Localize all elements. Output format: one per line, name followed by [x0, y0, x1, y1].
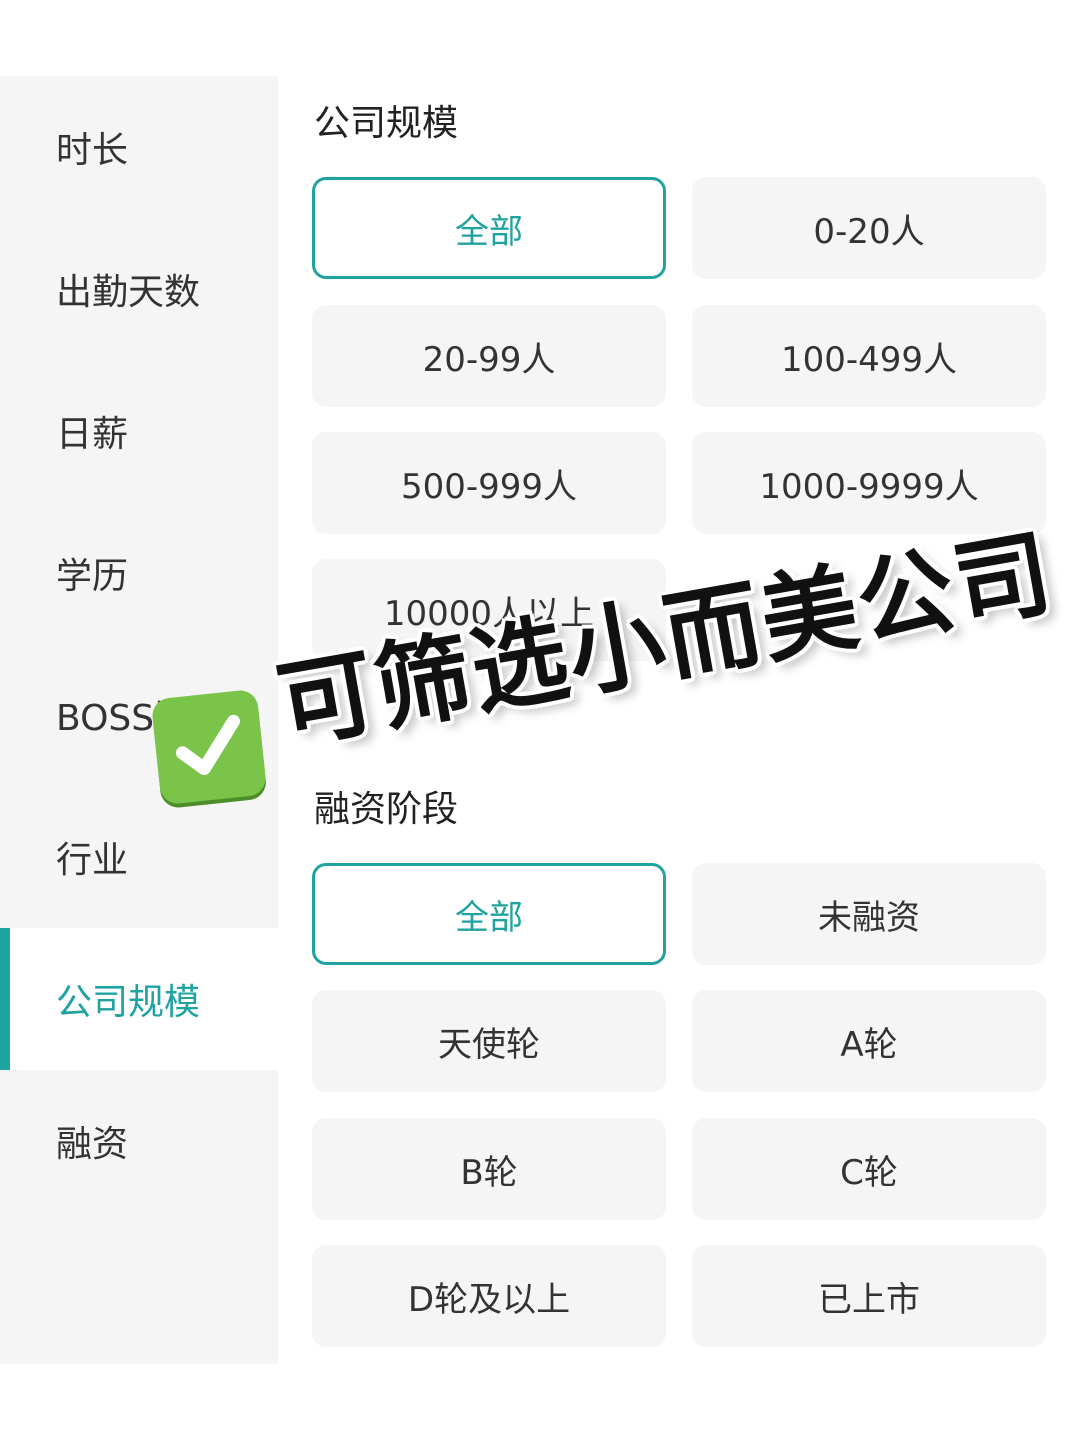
sidebar-item-industry[interactable]: 行业 [0, 786, 278, 928]
company-size-option-20-99[interactable]: 20-99人 [312, 305, 666, 407]
option-label: 未融资 [818, 897, 920, 938]
sidebar-item-company-size[interactable]: 公司规模 [0, 928, 278, 1070]
option-label: A轮 [840, 1024, 898, 1065]
option-label: 10000人以上 [383, 593, 595, 634]
sidebar-item-label: BOSS活跃 [56, 698, 227, 739]
option-label: D轮及以上 [407, 1279, 571, 1320]
company-size-title: 公司规模 [314, 103, 459, 144]
sidebar-item-label: 出勤天数 [56, 272, 201, 313]
option-label: 100-499人 [780, 339, 958, 380]
company-size-option-all[interactable]: 全部 [312, 177, 666, 279]
funding-option-series-b[interactable]: B轮 [312, 1118, 666, 1220]
sidebar-item-education[interactable]: 学历 [0, 502, 278, 644]
option-label: 天使轮 [438, 1024, 540, 1065]
option-label: 1000-9999人 [759, 466, 979, 507]
funding-option-series-c[interactable]: C轮 [692, 1118, 1046, 1220]
filter-sidebar: 时长 出勤天数 日薪 学历 BOSS活跃 行业 公司规模 融资 [0, 76, 278, 1364]
sidebar-item-funding[interactable]: 融资 [0, 1070, 278, 1212]
active-indicator [0, 928, 10, 1070]
company-size-option-10000-plus[interactable]: 10000人以上 [312, 559, 666, 661]
sidebar-item-label: 融资 [56, 1124, 129, 1165]
funding-option-listed[interactable]: 已上市 [692, 1245, 1046, 1347]
funding-option-series-d-plus[interactable]: D轮及以上 [312, 1245, 666, 1347]
funding-option-all[interactable]: 全部 [312, 863, 666, 965]
sidebar-item-duration[interactable]: 时长 [0, 76, 278, 218]
sidebar-item-boss-active[interactable]: BOSS活跃 [0, 644, 278, 786]
funding-option-angel[interactable]: 天使轮 [312, 990, 666, 1092]
sidebar-item-label: 时长 [56, 130, 129, 171]
option-label: 已上市 [818, 1279, 920, 1320]
option-label: 全部 [455, 211, 523, 252]
company-size-option-1000-9999[interactable]: 1000-9999人 [692, 432, 1046, 534]
option-label: 全部 [455, 897, 523, 938]
company-size-option-500-999[interactable]: 500-999人 [312, 432, 666, 534]
company-size-option-0-20[interactable]: 0-20人 [692, 177, 1046, 279]
sidebar-item-daily-salary[interactable]: 日薪 [0, 360, 278, 502]
funding-option-series-a[interactable]: A轮 [692, 990, 1046, 1092]
sidebar-item-label: 学历 [56, 556, 129, 597]
company-size-option-100-499[interactable]: 100-499人 [692, 305, 1046, 407]
option-label: 500-999人 [400, 466, 578, 507]
funding-option-unfunded[interactable]: 未融资 [692, 863, 1046, 965]
sidebar-item-label: 行业 [56, 840, 129, 881]
sidebar-item-attendance-days[interactable]: 出勤天数 [0, 218, 278, 360]
sidebar-item-label: 日薪 [56, 414, 129, 455]
funding-stage-title: 融资阶段 [314, 789, 459, 830]
option-label: B轮 [460, 1152, 518, 1193]
option-label: 20-99人 [422, 339, 556, 380]
option-label: 0-20人 [813, 211, 925, 252]
option-label: C轮 [840, 1152, 898, 1193]
sidebar-item-label: 公司规模 [56, 982, 201, 1023]
